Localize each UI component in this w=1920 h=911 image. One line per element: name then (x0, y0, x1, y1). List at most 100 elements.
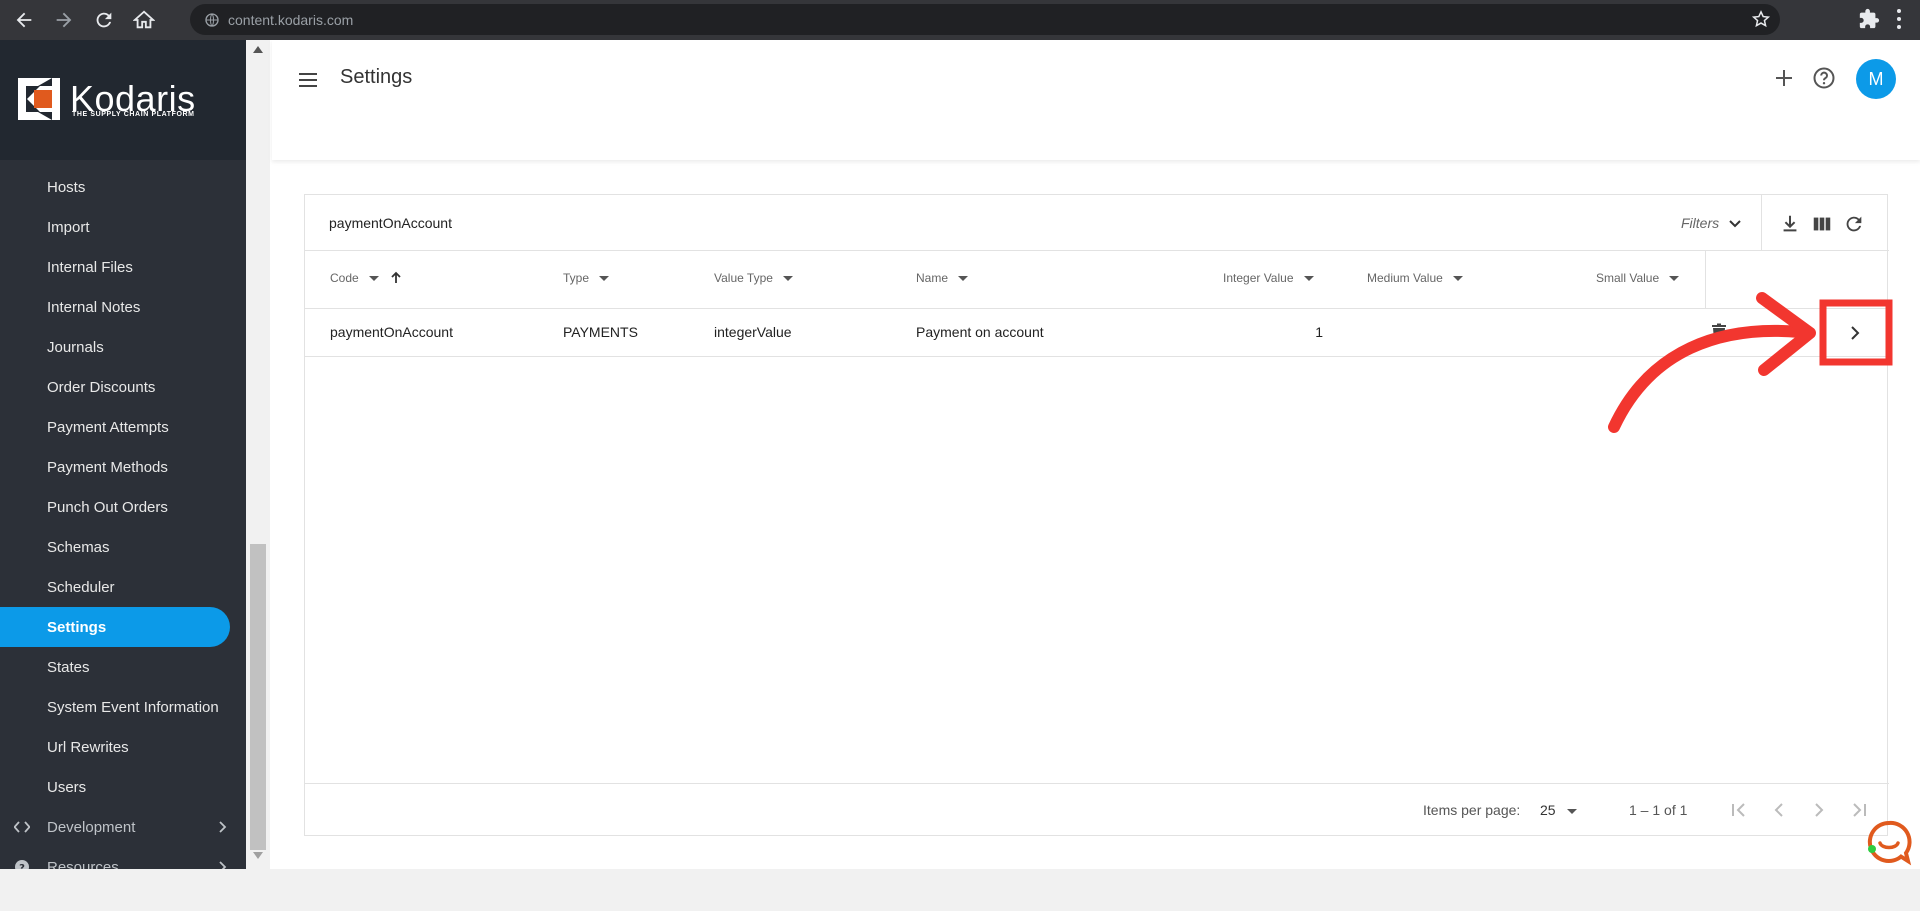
items-per-page-select[interactable]: 25 (1540, 802, 1556, 818)
sidebar-group-development[interactable]: Development (0, 807, 246, 847)
previous-page-icon[interactable] (1767, 798, 1791, 822)
action-column-divider (1705, 251, 1706, 309)
caret-down-icon (1669, 275, 1680, 281)
settings-table-card: paymentOnAccount Filters Code Type Value… (304, 194, 1889, 837)
caret-down-icon (1303, 275, 1314, 281)
home-button[interactable] (128, 4, 160, 36)
column-header-type[interactable]: Type (563, 271, 610, 285)
table-header: Code Type Value Type Name Integer Value (305, 251, 1889, 309)
chevron-right-icon (219, 861, 227, 869)
first-page-icon[interactable] (1727, 798, 1751, 822)
column-header-value-type[interactable]: Value Type (714, 271, 793, 285)
caret-down-icon[interactable] (1567, 809, 1577, 814)
caret-down-icon (368, 275, 379, 281)
column-header-code[interactable]: Code (330, 271, 403, 285)
sidebar-item-payment-methods[interactable]: Payment Methods (0, 447, 246, 487)
sidebar-item-punch-out-orders[interactable]: Punch Out Orders (0, 487, 246, 527)
browser-menu-icon[interactable] (1895, 8, 1903, 30)
address-bar[interactable]: content.kodaris.com (190, 4, 1780, 35)
column-label: Medium Value (1367, 271, 1443, 285)
menu-icon[interactable] (296, 68, 320, 92)
sidebar-item-payment-attempts[interactable]: Payment Attempts (0, 407, 246, 447)
sidebar-item-users[interactable]: Users (0, 767, 246, 807)
sidebar-item-system-event-information[interactable]: System Event Information (0, 687, 246, 727)
arrow-left-icon (16, 12, 32, 28)
column-label: Type (563, 271, 590, 285)
refresh-icon[interactable] (1843, 213, 1865, 235)
columns-icon[interactable] (1811, 213, 1833, 235)
next-page-icon[interactable] (1807, 798, 1831, 822)
cell-value-type: integerValue (714, 324, 792, 340)
site-info-icon (205, 12, 219, 27)
add-icon[interactable] (1772, 66, 1796, 90)
caret-down-icon (1452, 275, 1463, 281)
reload-button[interactable] (88, 4, 120, 36)
reload-icon (96, 12, 112, 28)
sidebar-group-resources[interactable]: ? Resources (0, 847, 246, 869)
sidebar-item-url-rewrites[interactable]: Url Rewrites (0, 727, 246, 767)
forward-button[interactable] (48, 4, 80, 36)
sidebar-item-schemas[interactable]: Schemas (0, 527, 246, 567)
sort-ascending-icon (391, 271, 401, 283)
home-icon (133, 10, 155, 29)
avatar[interactable]: M (1856, 59, 1896, 99)
sidebar-item-states[interactable]: States (0, 647, 246, 687)
logo[interactable]: Kodaris THE SUPPLY CHAIN PLATFORM (0, 40, 246, 160)
column-label: Value Type (714, 271, 773, 285)
table-row[interactable]: paymentOnAccount PAYMENTS integerValue P… (305, 309, 1889, 357)
chevron-down-icon (1729, 220, 1741, 228)
chat-widget-icon[interactable] (1866, 820, 1912, 866)
scrollbar-thumb[interactable] (250, 544, 266, 850)
page-background (0, 869, 1920, 911)
sidebar-item-order-discounts[interactable]: Order Discounts (0, 367, 246, 407)
chevron-right-icon[interactable] (1845, 323, 1865, 343)
extensions-puzzle-icon[interactable] (1858, 8, 1880, 30)
sidebar-nav: Hosts Import Internal Files Internal Not… (0, 167, 246, 869)
column-header-medium-value[interactable]: Medium Value (1367, 271, 1463, 285)
chevron-right-icon (219, 821, 227, 833)
sidebar-item-internal-notes[interactable]: Internal Notes (0, 287, 246, 327)
download-icon[interactable] (1779, 213, 1801, 235)
search-input[interactable]: paymentOnAccount (329, 215, 452, 231)
cell-integer-value: 1 (1315, 324, 1323, 340)
page-range-label: 1 – 1 of 1 (1629, 802, 1688, 818)
sidebar-item-journals[interactable]: Journals (0, 327, 246, 367)
logo-tagline: THE SUPPLY CHAIN PLATFORM (72, 111, 195, 118)
back-button[interactable] (8, 4, 40, 36)
url-text: content.kodaris.com (228, 11, 354, 28)
kodaris-logo-icon (18, 78, 60, 120)
delete-icon[interactable] (1709, 322, 1729, 342)
scroll-up-arrow-icon[interactable] (253, 46, 263, 53)
sidebar-item-scheduler[interactable]: Scheduler (0, 567, 246, 607)
caret-down-icon (958, 275, 969, 281)
filters-label: Filters (1681, 215, 1720, 231)
column-header-small-value[interactable]: Small Value (1596, 271, 1680, 285)
sidebar-group-label: Resources (47, 858, 119, 870)
sidebar-scrollbar[interactable] (246, 40, 270, 869)
sidebar-item-hosts[interactable]: Hosts (0, 167, 246, 207)
column-label: Small Value (1596, 271, 1660, 285)
column-header-integer-value[interactable]: Integer Value (1223, 271, 1314, 285)
toolbar-divider (1761, 195, 1762, 251)
caret-down-icon (599, 275, 610, 281)
bookmark-star-icon[interactable] (1752, 10, 1770, 28)
filters-dropdown[interactable]: Filters (1681, 209, 1743, 237)
column-header-name[interactable]: Name (916, 271, 969, 285)
app-window: Kodaris THE SUPPLY CHAIN PLATFORM Hosts … (0, 40, 1920, 869)
last-page-icon[interactable] (1847, 798, 1871, 822)
sidebar-item-internal-files[interactable]: Internal Files (0, 247, 246, 287)
sidebar-item-import[interactable]: Import (0, 207, 246, 247)
help-circle-icon: ? (15, 860, 29, 869)
cell-code: paymentOnAccount (330, 324, 453, 340)
browser-toolbar: content.kodaris.com (0, 0, 1920, 40)
column-label: Code (330, 271, 359, 285)
table-paginator: Items per page: 25 1 – 1 of 1 (305, 783, 1889, 837)
sidebar-item-settings[interactable]: Settings (0, 607, 230, 647)
sidebar-group-label: Development (47, 818, 136, 836)
scroll-down-arrow-icon[interactable] (253, 852, 263, 859)
cell-type: PAYMENTS (563, 324, 638, 340)
cell-name: Payment on account (916, 324, 1044, 340)
help-icon[interactable] (1812, 66, 1836, 90)
arrow-right-icon (56, 12, 72, 28)
caret-down-icon (782, 275, 793, 281)
